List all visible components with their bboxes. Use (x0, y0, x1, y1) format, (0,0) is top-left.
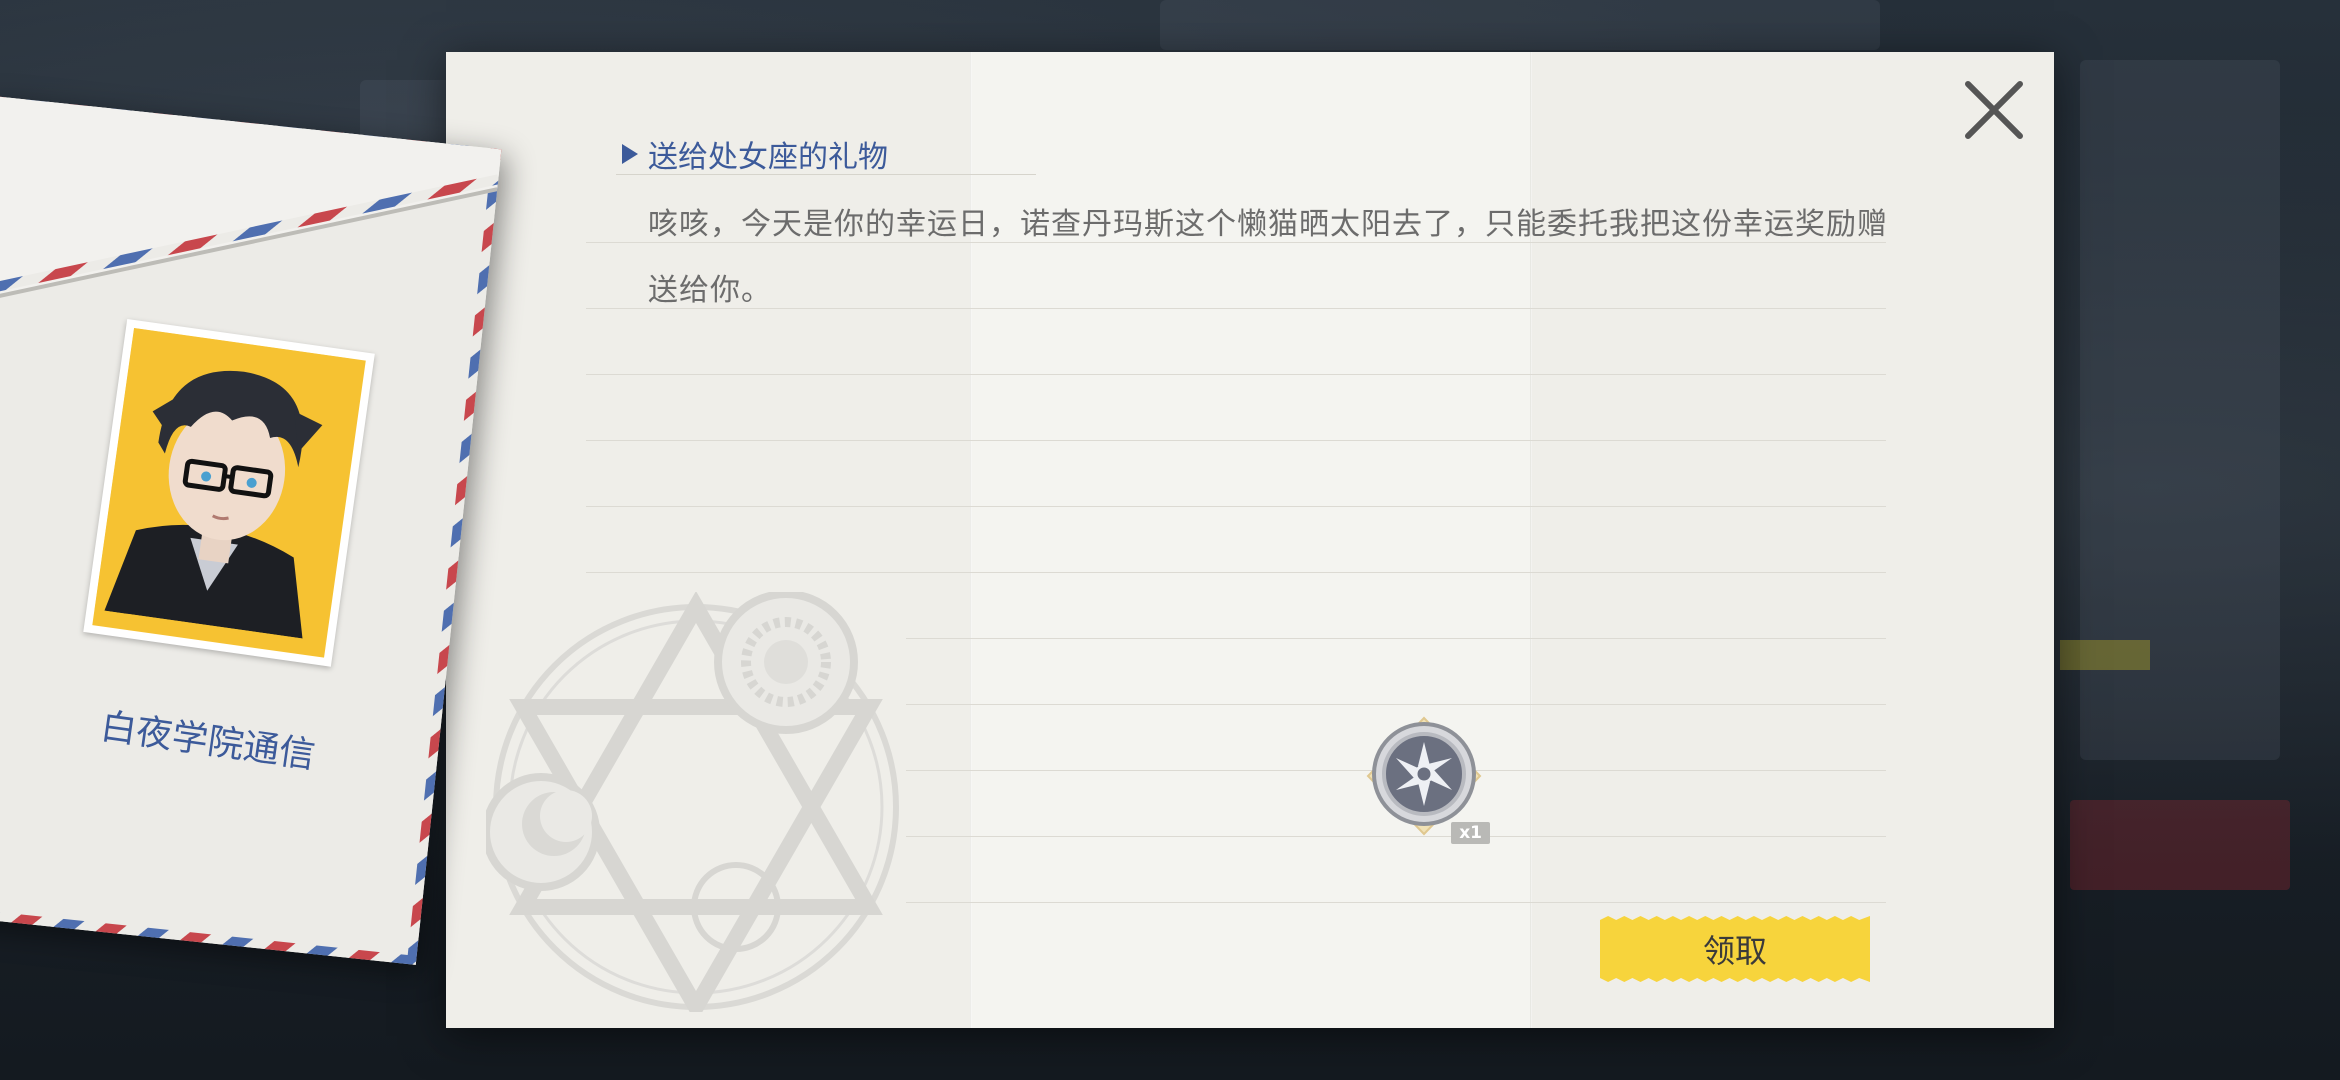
avatar (83, 318, 375, 667)
letter-title: 送给处女座的礼物 (648, 140, 888, 175)
ruled-line (586, 374, 1886, 375)
letter-panel: 送给处女座的礼物 咳咳，今天是你的幸运日，诺查丹玛斯这个懒猫晒太阳去了，只能委托… (446, 52, 2054, 1028)
reward-item[interactable]: x1 (1358, 714, 1490, 846)
envelope-label: 白夜学院通信 (97, 706, 318, 777)
envelope-card: 白夜学院通信 (0, 95, 502, 965)
background-panel (2060, 640, 2150, 670)
glasses-boy-portrait-icon (94, 328, 350, 640)
hexagram-magic-circle-watermark (486, 592, 899, 1012)
background-panel (1160, 0, 1880, 50)
letter-title-row: 送给处女座的礼物 (616, 134, 1036, 175)
reward-quantity: x1 (1451, 822, 1490, 844)
claim-button[interactable]: 领取 (1600, 916, 1870, 982)
background-panel (2070, 800, 2290, 890)
ruled-line (906, 704, 1886, 705)
ruled-line (906, 638, 1886, 639)
ruled-line (586, 506, 1886, 507)
title-arrow-icon (622, 144, 638, 164)
close-icon[interactable] (1962, 78, 2026, 142)
letter-body: 咳咳，今天是你的幸运日，诺查丹玛斯这个懒猫晒太阳去了，只能委托我把这份幸运奖励赠… (648, 207, 1888, 308)
ruled-line (906, 902, 1886, 903)
ruled-line (586, 440, 1886, 441)
ruled-line (586, 572, 1886, 573)
